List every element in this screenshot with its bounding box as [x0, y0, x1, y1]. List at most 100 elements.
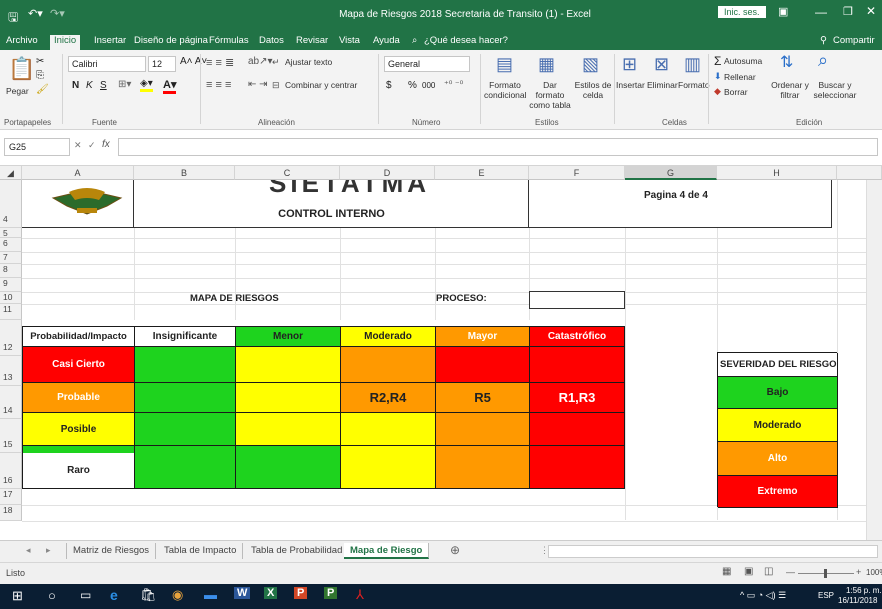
wrap-text-button[interactable]: Ajustar texto — [285, 57, 332, 67]
matrix-cell[interactable] — [236, 413, 341, 446]
fill-color-icon[interactable]: ◈▾ — [140, 78, 153, 92]
acrobat-icon[interactable]: ⅄ — [356, 587, 364, 603]
number-format-select[interactable]: General — [384, 56, 470, 72]
column-header-c[interactable]: C — [235, 166, 340, 180]
language-indicator[interactable]: ESP — [818, 591, 834, 600]
tab-diseno[interactable]: Diseño de página — [134, 35, 208, 46]
format-cells-icon[interactable]: ▥ — [684, 54, 701, 75]
find-icon[interactable]: ⌕ — [818, 50, 828, 71]
font-name-select[interactable]: Calibri — [68, 56, 146, 72]
matrix-cell[interactable] — [341, 453, 436, 489]
wrap-text-icon[interactable]: ↵ — [272, 57, 280, 68]
tell-me-search[interactable]: ¿Qué desea hacer? — [424, 35, 508, 46]
matrix-cell[interactable] — [135, 413, 236, 446]
search-icon[interactable]: ⌕ — [412, 35, 417, 46]
excel-icon[interactable]: X — [264, 587, 278, 599]
page-break-icon[interactable]: ◫ — [764, 566, 773, 577]
add-sheet-icon[interactable]: ⊕ — [450, 543, 460, 557]
proceso-input-cell[interactable] — [529, 291, 625, 309]
column-header-g[interactable]: G — [625, 166, 717, 180]
tab-inicio[interactable]: Inicio — [50, 35, 81, 50]
format-painter-icon[interactable]: 🖌 — [36, 84, 49, 95]
project-icon[interactable]: P — [324, 587, 338, 599]
sort-filter-icon[interactable]: ⇅ — [780, 52, 793, 72]
page-layout-icon[interactable]: ▣ — [744, 566, 753, 577]
column-header-d[interactable]: D — [340, 166, 435, 180]
close-icon[interactable]: ✕ — [866, 4, 876, 18]
row-header[interactable]: 5 — [0, 228, 22, 238]
format-cells-button[interactable]: Formato — [678, 80, 710, 90]
enter-icon[interactable]: ✓ — [88, 140, 96, 151]
file-explorer-icon[interactable]: ▬ — [204, 587, 217, 602]
cell-styles-icon[interactable]: ▧ — [582, 54, 599, 75]
borders-icon[interactable]: ⊞▾ — [118, 79, 131, 90]
spreadsheet-grid[interactable]: ◢ A B C D E F G H 4 5 6 7 8 9 10 11 12 1… — [0, 166, 882, 540]
row-header[interactable]: 11 — [0, 304, 22, 320]
currency-button[interactable]: $ — [386, 80, 392, 91]
indent-icon[interactable]: ⇤ ⇥ — [248, 79, 268, 90]
matrix-cell[interactable] — [135, 453, 236, 489]
vertical-scrollbar[interactable] — [866, 180, 882, 540]
matrix-cell[interactable] — [436, 413, 530, 446]
matrix-cell[interactable] — [530, 347, 625, 383]
column-header-a[interactable]: A — [22, 166, 134, 180]
search-icon[interactable]: ○ — [48, 588, 56, 603]
find-select-button[interactable]: Buscar y seleccionar — [810, 80, 860, 100]
align-left-icon[interactable]: ≡ ≡ ≡ — [206, 79, 231, 91]
fill-icon[interactable]: ⬇ — [714, 71, 722, 82]
row-header[interactable]: 10 — [0, 292, 22, 304]
zoom-out-icon[interactable]: — — [786, 567, 795, 577]
tray-icons[interactable]: ^ ▭ ◔ ◁) ☰ — [740, 590, 786, 601]
tab-ayuda[interactable]: Ayuda — [373, 35, 400, 46]
formula-input[interactable] — [118, 138, 878, 156]
format-table-button[interactable]: Dar formato como tabla — [528, 80, 572, 110]
signin-button[interactable]: Inic. ses. — [718, 6, 766, 18]
align-top-icon[interactable]: ≡ ≡ ≣ — [206, 56, 234, 69]
row-header[interactable]: 13 — [0, 356, 22, 386]
underline-button[interactable]: S — [100, 80, 107, 91]
clear-button[interactable]: Borrar — [724, 87, 748, 97]
normal-view-icon[interactable]: ▦ — [722, 566, 731, 577]
matrix-cell[interactable]: R1,R3 — [530, 383, 625, 413]
redo-icon[interactable]: ↷▾ — [50, 7, 65, 20]
matrix-cell[interactable]: R5 — [436, 383, 530, 413]
row-header[interactable]: 15 — [0, 419, 22, 453]
powerpoint-icon[interactable]: P — [294, 587, 308, 599]
copy-icon[interactable]: ⎘ — [36, 70, 44, 81]
column-header-b[interactable]: B — [134, 166, 235, 180]
sheet-tab-mapa[interactable]: Mapa de Riesgo — [344, 543, 430, 559]
grow-font-icon[interactable]: A˄ A˅ — [180, 56, 207, 67]
horizontal-scrollbar[interactable] — [548, 545, 878, 558]
autosum-button[interactable]: Autosuma — [724, 56, 762, 66]
matrix-cell[interactable] — [236, 383, 341, 413]
sheet-tab-probabilidad[interactable]: Tabla de Probabilidad — [245, 543, 350, 559]
matrix-cell[interactable] — [236, 453, 341, 489]
conditional-format-icon[interactable]: ▤ — [496, 54, 513, 75]
delete-cells-button[interactable]: Eliminar — [647, 80, 678, 90]
undo-icon[interactable]: ↶▾ — [28, 7, 43, 20]
zoom-thumb[interactable] — [824, 569, 827, 578]
insert-cells-icon[interactable]: ⊞ — [622, 54, 637, 75]
windows-start-icon[interactable]: ⊞ — [12, 588, 23, 604]
select-all-corner[interactable]: ◢ — [0, 166, 22, 180]
column-header-h[interactable]: H — [717, 166, 837, 180]
sheet-tab-impacto[interactable]: Tabla de Impacto — [158, 543, 244, 559]
font-color-icon[interactable]: A▾ — [163, 78, 177, 94]
clear-icon[interactable]: ◆ — [714, 86, 721, 97]
edge-icon[interactable]: e — [110, 587, 118, 603]
clock-time[interactable]: 1:56 p. m. — [846, 586, 882, 595]
autosum-icon[interactable]: Σ — [714, 54, 721, 68]
row-header[interactable]: 12 — [0, 320, 22, 356]
ribbon-display-icon[interactable]: ▣ — [778, 5, 788, 18]
row-header[interactable]: 14 — [0, 386, 22, 419]
matrix-cell[interactable] — [135, 347, 236, 383]
matrix-cell[interactable] — [135, 383, 236, 413]
insert-function-icon[interactable]: fx — [102, 139, 110, 150]
row-header[interactable]: 16 — [0, 453, 22, 489]
restore-icon[interactable]: ❐ — [843, 5, 853, 18]
decimal-icon[interactable]: ⁺⁰ ⁻⁰ — [444, 79, 463, 90]
column-header-i[interactable] — [837, 166, 882, 180]
cell-styles-button[interactable]: Estilos de celda — [573, 80, 613, 100]
matrix-cell[interactable] — [436, 347, 530, 383]
tab-revisar[interactable]: Revisar — [296, 35, 328, 46]
